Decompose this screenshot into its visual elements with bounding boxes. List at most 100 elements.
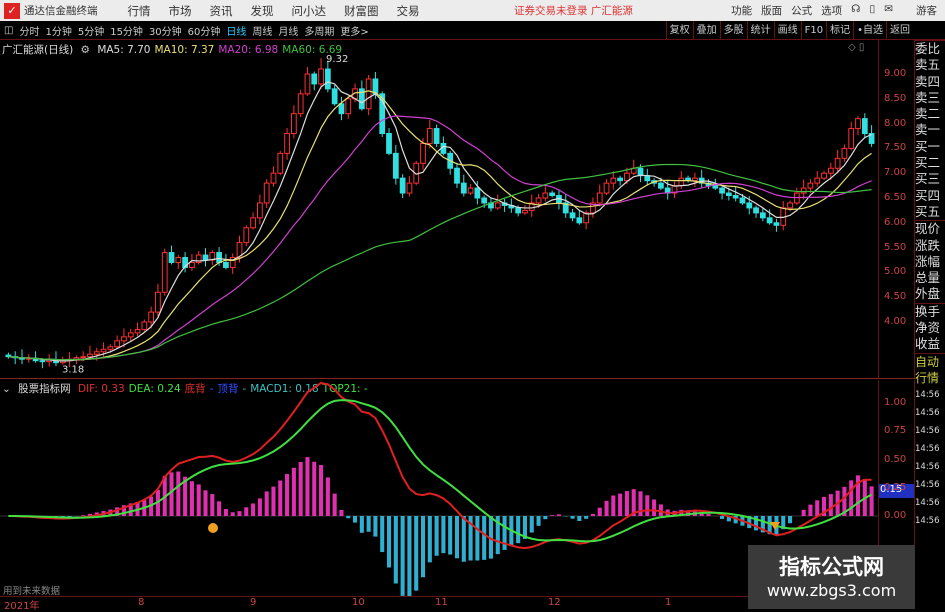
price-tick: 6.00 xyxy=(884,216,907,228)
candle xyxy=(488,197,494,212)
period-tab[interactable]: 5分钟 xyxy=(78,27,104,38)
toolbar-button[interactable]: 叠加 xyxy=(692,20,720,40)
toolbar-button[interactable]: 返回 xyxy=(886,20,913,40)
period-tab[interactable]: 15分钟 xyxy=(110,27,143,38)
candle xyxy=(610,171,617,190)
ma10-line xyxy=(8,90,872,361)
toolbar-button[interactable]: 标记 xyxy=(826,20,853,40)
quote-field-label[interactable]: 总量 xyxy=(915,270,945,286)
date-tick: 9 xyxy=(250,597,257,608)
period-tab[interactable]: 日线 xyxy=(226,27,246,38)
candle xyxy=(304,67,311,96)
user-label[interactable]: 游客 xyxy=(916,3,937,18)
quote-field-label[interactable]: 卖一 xyxy=(915,122,945,138)
quote-field-label[interactable]: 买五 xyxy=(915,204,945,220)
indicator-tick: 0.75 xyxy=(884,425,907,437)
price-tick: 8.50 xyxy=(884,92,907,104)
menu-item[interactable]: 资讯 xyxy=(210,3,233,19)
quote-field-label[interactable]: 买二 xyxy=(915,155,945,171)
quote-field-label[interactable]: 卖三 xyxy=(915,90,945,106)
candle xyxy=(297,89,304,118)
toolbar-button[interactable]: 画线 xyxy=(773,20,801,40)
candle xyxy=(868,125,875,147)
candle xyxy=(433,124,440,147)
toolbar-button[interactable]: 多股 xyxy=(719,20,747,40)
quote-field-label[interactable]: 买一 xyxy=(915,139,945,155)
menu-item[interactable]: 市场 xyxy=(169,3,192,19)
quote-field-label[interactable]: 委比 xyxy=(915,40,945,57)
candlestick-chart[interactable]: 9.32 3.18 xyxy=(0,40,878,378)
candle xyxy=(202,248,209,267)
menu-layout[interactable]: 版面 xyxy=(761,3,782,18)
quote-field-label[interactable]: 卖二 xyxy=(915,106,945,122)
candle xyxy=(19,349,25,365)
period-tab[interactable]: 30分钟 xyxy=(149,27,182,38)
tick-time: 14:56 xyxy=(915,407,940,418)
buy-signal-icon xyxy=(208,523,218,533)
candle xyxy=(861,113,868,139)
quote-field-label[interactable]: 外盘 xyxy=(915,286,945,302)
menu-item[interactable]: 问小达 xyxy=(292,3,327,19)
menu-item[interactable]: 发现 xyxy=(251,3,274,19)
login-warning[interactable]: 证券交易未登录 广汇能源 xyxy=(514,3,633,18)
period-tab[interactable]: 分时 xyxy=(19,27,39,38)
quote-field-label[interactable]: 卖四 xyxy=(915,74,945,90)
quote-field-label[interactable]: 涨跌 xyxy=(915,238,945,254)
price-tick: 7.00 xyxy=(884,167,907,179)
candle xyxy=(644,168,651,186)
quote-field-label[interactable]: 收益 xyxy=(915,336,945,352)
period-toolbar: ◫ 分时 1分钟 5分钟 15分钟 30分钟 60分钟 日线 周线 月线 多周期 更多> 复权 叠加多… xyxy=(0,20,945,40)
candle xyxy=(576,210,583,225)
toolbar-button[interactable]: F10 xyxy=(800,20,826,40)
quote-field-label[interactable]: 卖五 xyxy=(915,57,945,73)
candle xyxy=(311,71,318,91)
quote-field-label[interactable]: 净资 xyxy=(915,320,945,336)
headset-icon[interactable]: ☊ xyxy=(851,3,860,18)
menu-formula[interactable]: 公式 xyxy=(791,3,812,18)
phone-icon[interactable]: ▯ xyxy=(869,3,875,18)
quote-field-label[interactable]: 换手 xyxy=(915,302,945,320)
toolbar-button[interactable]: 复权 xyxy=(665,20,693,40)
period-tab[interactable]: 周线 xyxy=(252,27,272,38)
candle xyxy=(399,174,406,198)
indicator-tick: 0.50 xyxy=(884,453,907,465)
watermark-url: www.zbgs3.com xyxy=(766,581,897,600)
menu-options[interactable]: 选项 xyxy=(821,3,842,18)
candle xyxy=(501,198,508,212)
future-data-note: 用到未来数据 xyxy=(3,586,61,597)
menu-item[interactable]: 财富圈 xyxy=(344,3,379,19)
period-tab[interactable]: 1分钟 xyxy=(45,27,71,38)
date-axis: 2021年 8 9 10 11 12 1 xyxy=(0,596,878,612)
quote-field-label[interactable]: 买四 xyxy=(915,188,945,204)
quote-field-label[interactable]: 买三 xyxy=(915,171,945,187)
toolbar-button[interactable]: 统计 xyxy=(746,20,774,40)
candle xyxy=(270,166,277,187)
candle xyxy=(243,225,250,247)
quote-field-label[interactable]: 涨幅 xyxy=(915,254,945,270)
period-tab[interactable]: 更多> xyxy=(340,27,368,38)
date-tick: 1 xyxy=(665,597,672,608)
quote-field-label[interactable]: 现价 xyxy=(915,220,945,237)
price-tick: 6.50 xyxy=(884,192,907,203)
candle xyxy=(556,190,562,210)
candle xyxy=(732,187,739,202)
price-axis: 9.00 8.50 8.00 7.50 7.00 6.50 6.00 5.50 5.00 4.50… xyxy=(878,40,915,378)
period-tab[interactable]: 多周期 xyxy=(304,27,334,38)
period-tab[interactable]: 月线 xyxy=(278,27,298,38)
toolbar-button[interactable]: •自选 xyxy=(853,20,886,40)
message-icon[interactable]: ✉ xyxy=(884,3,893,18)
date-tick: 8 xyxy=(138,597,145,608)
period-tab[interactable]: 60分钟 xyxy=(188,27,221,38)
candle xyxy=(277,150,284,176)
candle xyxy=(562,194,569,218)
layout-icon[interactable]: ◫ xyxy=(4,25,13,36)
candle xyxy=(542,186,549,202)
macd-chart[interactable] xyxy=(0,380,878,596)
candle xyxy=(284,128,290,160)
candle xyxy=(318,58,324,89)
candle xyxy=(168,245,175,265)
menu-item[interactable]: 交易 xyxy=(397,3,420,19)
menu-item[interactable]: 行情 xyxy=(128,3,151,19)
candle xyxy=(358,80,365,111)
menu-function[interactable]: 功能 xyxy=(731,3,752,18)
